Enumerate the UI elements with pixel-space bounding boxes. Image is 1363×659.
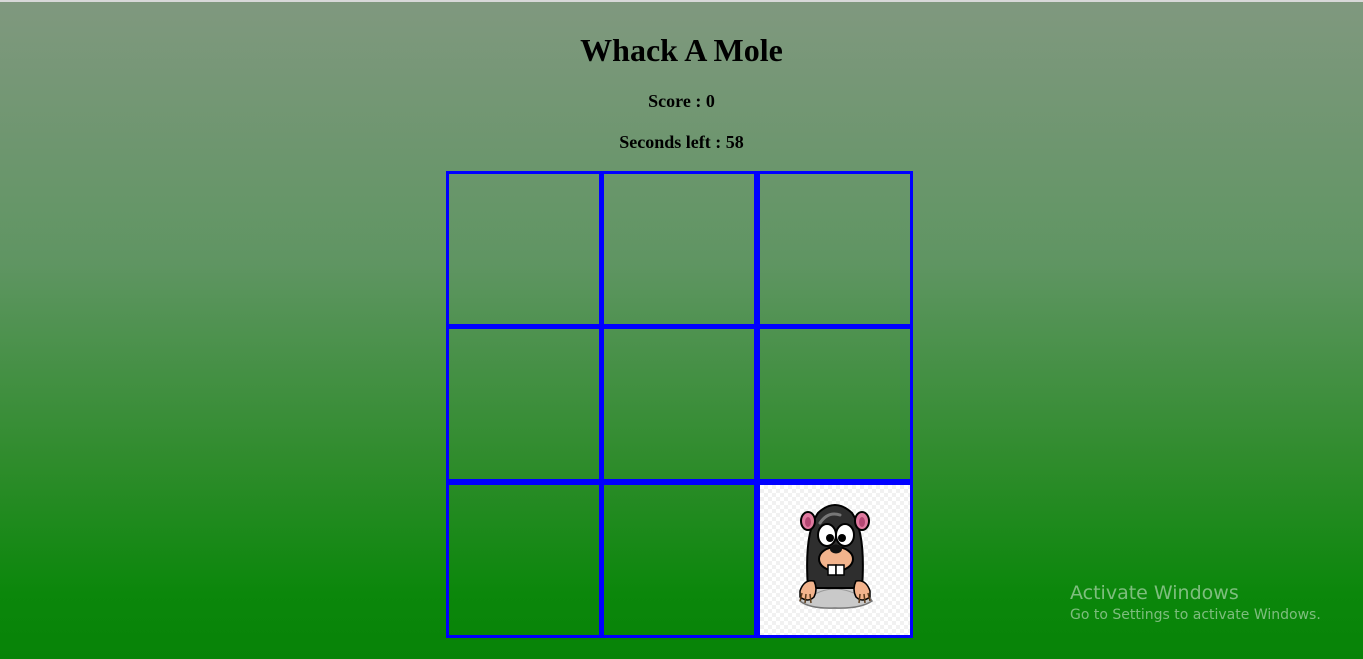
watermark-title: Activate Windows: [1070, 582, 1239, 604]
game-title: Whack A Mole: [580, 32, 783, 68]
seconds-left-display: Seconds left : 58: [619, 132, 744, 152]
hole-1[interactable]: [446, 171, 602, 327]
hole-9-with-mole[interactable]: [757, 482, 913, 638]
hole-6[interactable]: [757, 326, 913, 482]
top-border-line: [0, 0, 1363, 2]
mole-icon[interactable]: [790, 493, 880, 613]
activate-windows-watermark: Activate Windows Go to Settings to activ…: [1070, 581, 1321, 625]
watermark-subtitle: Go to Settings to activate Windows.: [1070, 607, 1321, 623]
score-display: Score : 0: [648, 91, 715, 111]
hole-2[interactable]: [601, 171, 757, 327]
hole-4[interactable]: [446, 326, 602, 482]
game-board: [446, 171, 914, 639]
hole-3[interactable]: [757, 171, 913, 327]
hole-5[interactable]: [601, 326, 757, 482]
hole-7[interactable]: [446, 482, 602, 638]
hole-8[interactable]: [601, 482, 757, 638]
